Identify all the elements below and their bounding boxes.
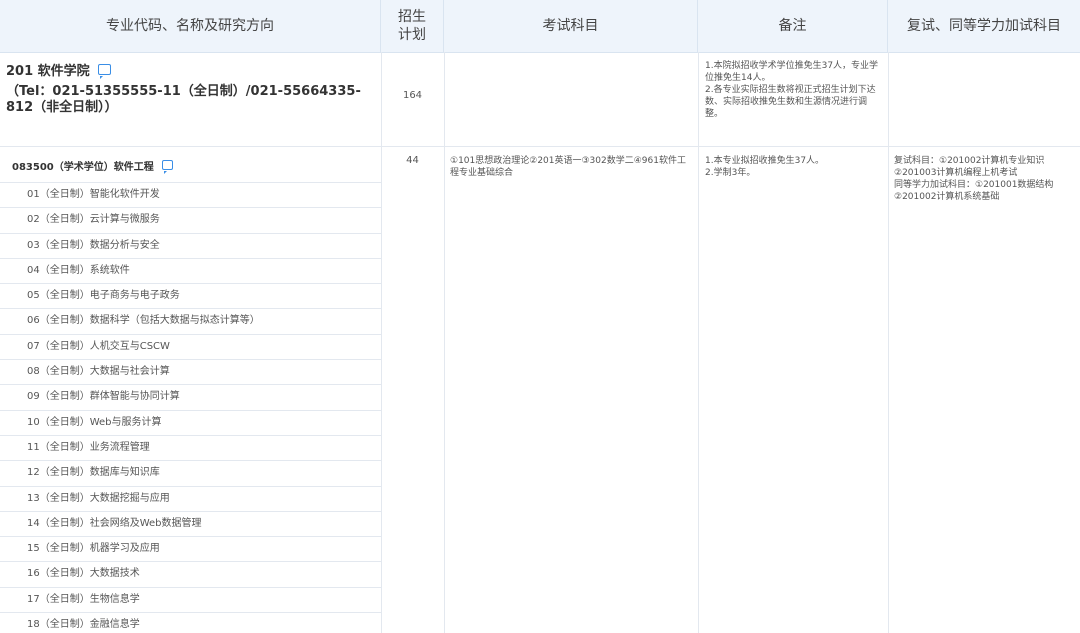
list-item: 15（全日制）机器学习及应用	[0, 536, 381, 561]
school-name-line: 201 软件学院	[6, 63, 376, 81]
table-header: 专业代码、名称及研究方向 招生 计划 考试科目 备注 复试、同等学力加试科目	[0, 0, 1080, 53]
school-tel: （Tel：021-51355555-11（全日制）/021-55664335-8…	[6, 84, 361, 115]
major-enrollment-plan: 44	[406, 155, 419, 166]
major-title: 083500（学术学位）软件工程	[12, 162, 154, 173]
list-item: 05（全日制）电子商务与电子政务	[0, 283, 381, 308]
header-remarks: 备注	[698, 0, 888, 52]
list-item: 16（全日制）大数据技术	[0, 561, 381, 586]
header-major-code-name-direction: 专业代码、名称及研究方向	[0, 0, 381, 52]
admissions-table: 专业代码、名称及研究方向 招生 计划 考试科目 备注 复试、同等学力加试科目 2…	[0, 0, 1080, 633]
major-exam-subjects: ①101思想政治理论②201英语一③302数学二④961软件工程专业基础综合	[450, 156, 686, 178]
list-item: 04（全日制）系统软件	[0, 257, 381, 283]
research-directions-list: 01（全日制）智能化软件开发 02（全日制）云计算与微服务 03（全日制）数据分…	[0, 182, 381, 633]
message-icon[interactable]	[161, 160, 173, 174]
list-item: 10（全日制）Web与服务计算	[0, 409, 381, 435]
major-retest-3: 同等学力加试科目：①201001数据结构	[894, 180, 1054, 190]
school-remarks: 1.本院拟招收学术学位推免生37人，专业学位推免生14人。 2.各专业实际招生数…	[705, 60, 883, 120]
header-exam-subjects: 考试科目	[444, 0, 698, 52]
major-remark-2: 2.学制3年。	[705, 168, 756, 178]
list-item: 08（全日制）大数据与社会计算	[0, 359, 381, 384]
header-enrollment-plan-line1: 招生	[398, 9, 426, 25]
list-item: 01（全日制）智能化软件开发	[0, 182, 381, 207]
list-item: 13（全日制）大数据挖掘与应用	[0, 485, 381, 511]
major-retest-4: ②201002计算机系统基础	[894, 192, 1000, 202]
list-item: 06（全日制）数据科学（包括大数据与拟态计算等）	[0, 308, 381, 333]
list-item: 12（全日制）数据库与知识库	[0, 460, 381, 485]
header-retest-subjects: 复试、同等学力加试科目	[907, 18, 1061, 34]
list-item: 03（全日制）数据分析与安全	[0, 232, 381, 258]
major-remark-1: 1.本专业拟招收推免生37人。	[705, 156, 825, 166]
school-enrollment-plan: 164	[402, 90, 423, 101]
header-enrollment-plan-line2: 计划	[398, 27, 426, 43]
list-item: 07（全日制）人机交互与CSCW	[0, 333, 381, 359]
school-row: 201 软件学院 （Tel：021-51355555-11（全日制）/021-5…	[0, 52, 1080, 147]
school-name: 201 软件学院	[6, 64, 90, 79]
list-item: 09（全日制）群体智能与协同计算	[0, 384, 381, 409]
major-remarks: 1.本专业拟招收推免生37人。 2.学制3年。	[705, 155, 883, 179]
major-title-line: 083500（学术学位）软件工程	[12, 158, 173, 174]
school-remark-2: 2.各专业实际招生数将视正式招生计划下达数、实际招收推免生数和生源情况进行调整。	[705, 85, 876, 119]
list-item: 18（全日制）金融信息学	[0, 612, 381, 633]
school-remark-1: 1.本院拟招收学术学位推免生37人，专业学位推免生14人。	[705, 61, 879, 83]
major-retest-2: ②201003计算机编程上机考试	[894, 168, 1018, 178]
major-retest-subjects: 复试科目：①201002计算机专业知识 ②201003计算机编程上机考试 同等学…	[894, 155, 1076, 203]
list-item: 02（全日制）云计算与微服务	[0, 207, 381, 232]
list-item: 11（全日制）业务流程管理	[0, 434, 381, 460]
major-retest-1: 复试科目：①201002计算机专业知识	[894, 156, 1045, 166]
message-icon[interactable]	[97, 64, 111, 79]
header-enrollment-plan: 招生 计划	[381, 0, 444, 52]
list-item: 14（全日制）社会网络及Web数据管理	[0, 510, 381, 536]
list-item: 17（全日制）生物信息学	[0, 586, 381, 612]
